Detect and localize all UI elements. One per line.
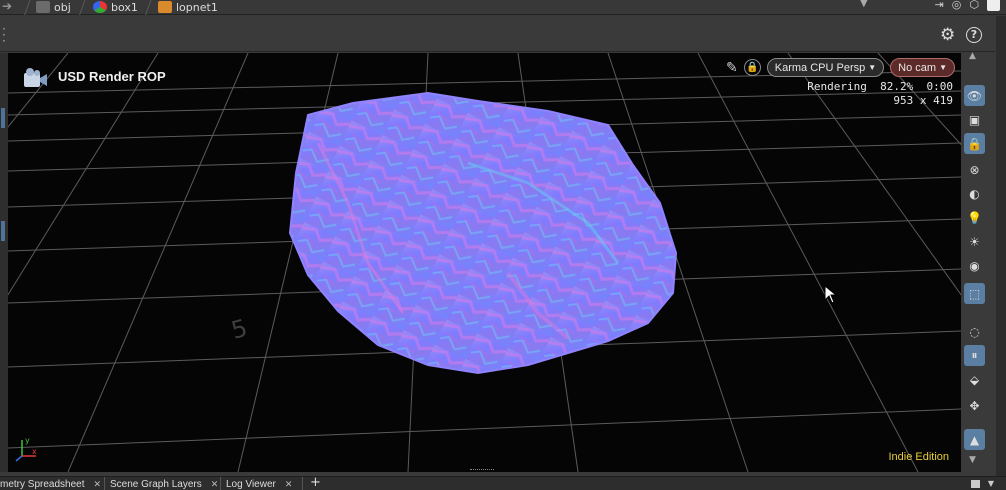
tab-geometry-spreadsheet[interactable]: metry Spreadsheet ✕ <box>0 477 101 490</box>
camera-light-icon[interactable]: ◉ <box>964 255 985 276</box>
chevron-down-icon[interactable]: ▼ <box>969 455 976 465</box>
houdini-window: ➔ obj box1 lopnet1 ▼ ⇥ ◎ ⬡ · · · ⚙ ? 5 U… <box>0 0 1006 490</box>
close-icon[interactable]: ✕ <box>94 479 102 490</box>
renderer-label: Karma CPU Persp <box>774 61 866 74</box>
left-strip-marker[interactable] <box>1 108 5 128</box>
tab-separator <box>220 477 221 490</box>
transform-icon[interactable]: ✥ <box>964 395 985 416</box>
path-bar: ➔ obj box1 lopnet1 ▼ ⇥ ◎ ⬡ <box>0 0 1006 15</box>
edition-label: Indie Edition <box>888 451 949 463</box>
tab-separator <box>104 477 105 490</box>
link-icon[interactable]: ◎ <box>952 0 962 11</box>
gear-icon[interactable]: ⚙ <box>940 25 955 45</box>
visibility-icon[interactable]: ◌ <box>964 321 985 342</box>
scene-viewport[interactable]: 5 USD Render ROP ✎ 🔒 Karma CPU Persp ▼ N… <box>8 53 961 472</box>
path-dropdown-icon[interactable]: ▼ <box>860 0 868 9</box>
snapshot-icon[interactable]: ▣ <box>964 109 985 130</box>
background-icon[interactable]: ▲ <box>964 429 985 450</box>
chevron-up-icon[interactable]: ▲ <box>969 51 976 61</box>
pane-maximize-icon[interactable] <box>970 479 980 488</box>
lock-icon[interactable]: 🔒 <box>743 59 761 76</box>
crumb-label: lopnet1 <box>176 0 218 14</box>
close-icon[interactable]: ✕ <box>211 479 219 490</box>
crumb-separator <box>24 0 31 15</box>
crumb-separator <box>145 0 152 15</box>
tab-scene-graph-layers[interactable]: Scene Graph Layers ✕ <box>107 477 218 490</box>
light-icon[interactable]: 💡 <box>964 207 985 228</box>
left-collapse-strip <box>0 53 8 472</box>
ghost-icon[interactable]: ⊗ <box>964 159 985 180</box>
folder-icon <box>36 1 50 13</box>
lop-network-icon <box>158 1 172 13</box>
pane-menu-icon[interactable]: ⬡ <box>969 0 979 11</box>
mouse-cursor-icon <box>824 285 838 304</box>
forward-arrow-icon[interactable]: ➔ <box>2 0 12 13</box>
render-rop-icon <box>24 68 47 87</box>
display-options-icon[interactable]: 👁 <box>964 85 985 106</box>
tab-bar-tools: ▼ <box>970 479 994 488</box>
camera-menu[interactable]: No cam ▼ <box>890 58 955 77</box>
grid-label: 5 <box>228 314 250 345</box>
viewport-controls: ✎ 🔒 Karma CPU Persp ▼ No cam ▼ <box>726 58 955 77</box>
render-progress: Rendering 82.2% 0:00 <box>807 80 953 93</box>
viewer-side-toolbar: ▲ 👁 ▣ 🔒 ⊗ ◐ 💡 ☀ ◉ ⬚ ◌ ⏸ ⬙ ✥ ▲ ▼ <box>961 51 988 472</box>
close-icon[interactable]: ✕ <box>285 479 293 490</box>
left-strip-marker[interactable] <box>1 221 5 241</box>
viewer-toolbar: · · · ⚙ ? <box>0 20 995 52</box>
right-scroll-strip <box>996 16 1006 476</box>
geometry-node-icon <box>93 1 107 13</box>
axis-x-label: x <box>32 447 37 456</box>
crumb-obj[interactable]: obj <box>36 0 71 14</box>
tab-label: Log Viewer <box>226 478 276 490</box>
toolbar-grip-icon[interactable]: · · · <box>2 23 8 47</box>
pane-tabs: metry Spreadsheet ✕ Scene Graph Layers ✕… <box>0 475 1006 490</box>
viewport-title: USD Render ROP <box>58 69 166 84</box>
chevron-down-icon: ▼ <box>939 63 947 72</box>
tab-label: metry Spreadsheet <box>0 478 85 490</box>
chevron-down-icon[interactable]: ▼ <box>988 479 994 488</box>
path-bar-tools: ⇥ ◎ ⬡ <box>935 0 1006 11</box>
lock-icon[interactable]: 🔒 <box>964 133 985 154</box>
shading-icon[interactable]: ◐ <box>964 183 985 204</box>
crumb-box1[interactable]: box1 <box>93 0 138 14</box>
render-region-icon[interactable]: ⬚ <box>964 283 985 304</box>
crumb-label: box1 <box>111 0 138 14</box>
tab-label: Scene Graph Layers <box>110 478 202 490</box>
pin-icon[interactable]: ⇥ <box>935 0 944 11</box>
renderer-menu[interactable]: Karma CPU Persp ▼ <box>766 58 885 77</box>
add-tab-icon[interactable]: + <box>310 475 321 490</box>
help-icon[interactable]: ? <box>966 27 982 43</box>
pause-icon[interactable]: ⏸ <box>964 345 985 366</box>
crumb-lopnet1[interactable]: lopnet1 <box>158 0 218 14</box>
headlight-icon[interactable]: ☀ <box>964 231 985 252</box>
select-icon[interactable]: ⬙ <box>964 369 985 390</box>
pane-splitter-grip[interactable] <box>470 469 494 473</box>
pencil-icon[interactable]: ✎ <box>726 60 738 76</box>
render-canvas[interactable]: 5 <box>8 53 961 472</box>
maximize-icon[interactable] <box>987 0 1000 11</box>
tab-log-viewer[interactable]: Log Viewer ✕ <box>223 477 292 490</box>
tab-separator <box>302 477 303 490</box>
crumb-separator <box>79 0 86 15</box>
axis-y-label: y <box>25 436 30 445</box>
render-resolution: 953 x 419 <box>893 94 953 107</box>
render-status: Rendering 82.2% 0:00 953 x 419 <box>807 80 953 108</box>
chevron-down-icon: ▼ <box>868 63 877 72</box>
rock-mesh <box>288 91 678 375</box>
camera-label: No cam <box>898 61 937 74</box>
crumb-label: obj <box>54 0 71 14</box>
axis-gizmo-icon: y x <box>15 436 37 462</box>
